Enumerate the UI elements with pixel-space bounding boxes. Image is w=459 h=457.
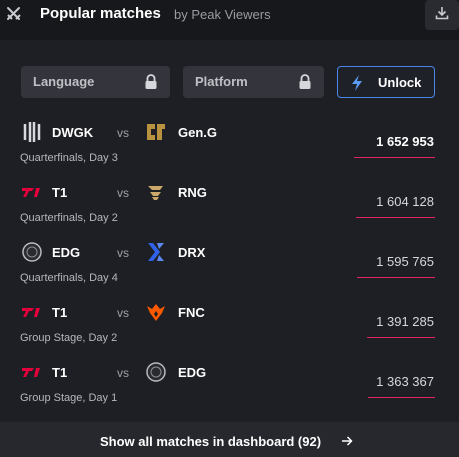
lock-icon <box>298 74 312 90</box>
show-all-matches-button[interactable]: Show all matches in dashboard (92) <box>0 422 459 457</box>
team2-name: DRX <box>178 245 206 260</box>
header: Popular matches by Peak Viewers <box>0 0 459 40</box>
team1-name: T1 <box>52 305 68 320</box>
peak-viewers: 1 604 128 <box>376 194 434 209</box>
edg-logo-icon <box>144 360 168 384</box>
match-row[interactable]: DWGK vs Gen.G Quarterfinals, Day 3 1 652… <box>0 118 459 178</box>
t1-logo-icon <box>20 300 44 324</box>
rng-logo-icon <box>144 180 168 204</box>
team1-name: DWGK <box>52 125 94 140</box>
platform-filter-label: Platform <box>195 74 248 89</box>
match-stage: Quarterfinals, Day 4 <box>20 272 118 284</box>
language-filter-label: Language <box>33 74 95 89</box>
match-row[interactable]: T1 vs EDG Group Stage, Day 1 1 363 367 <box>0 358 459 418</box>
show-all-matches-label: Show all matches in dashboard (92) <box>100 434 322 449</box>
viewers-bar <box>357 277 435 278</box>
peak-viewers: 1 363 367 <box>376 374 434 389</box>
edg-logo-icon <box>20 240 44 264</box>
t1-logo-icon <box>20 360 44 384</box>
match-stage: Group Stage, Day 1 <box>20 392 118 404</box>
lightning-icon <box>350 74 364 92</box>
page-title: Popular matches <box>40 5 161 22</box>
download-icon <box>435 6 449 25</box>
fnc-logo-icon <box>144 300 168 324</box>
crossed-swords-icon <box>4 4 24 24</box>
peak-viewers: 1 595 765 <box>376 254 434 269</box>
arrow-right-icon <box>340 434 354 448</box>
dwgk-logo-icon <box>20 120 44 144</box>
vs-label: vs <box>117 126 129 140</box>
vs-label: vs <box>117 186 129 200</box>
viewers-bar <box>356 217 435 218</box>
drx-logo-icon <box>144 240 168 264</box>
match-stage: Group Stage, Day 2 <box>20 332 118 344</box>
vs-label: vs <box>117 246 129 260</box>
match-row[interactable]: T1 vs FNC Group Stage, Day 2 1 391 285 <box>0 298 459 358</box>
vs-label: vs <box>117 306 129 320</box>
unlock-button-label: Unlock <box>378 75 422 90</box>
match-stage: Quarterfinals, Day 3 <box>20 152 118 164</box>
team2-name: FNC <box>178 305 205 320</box>
peak-viewers: 1 391 285 <box>376 314 434 329</box>
team1-name: EDG <box>52 245 81 260</box>
lock-icon <box>144 74 158 90</box>
platform-filter[interactable]: Platform <box>183 66 324 98</box>
peak-viewers: 1 652 953 <box>376 134 434 149</box>
match-row[interactable]: EDG vs DRX Quarterfinals, Day 4 1 595 76… <box>0 238 459 298</box>
viewers-bar <box>367 337 435 338</box>
viewers-bar <box>354 157 435 158</box>
team1-name: T1 <box>52 365 68 380</box>
vs-label: vs <box>117 366 129 380</box>
viewers-bar <box>368 397 435 398</box>
team1-name: T1 <box>52 185 68 200</box>
language-filter[interactable]: Language <box>21 66 170 98</box>
match-stage: Quarterfinals, Day 2 <box>20 212 118 224</box>
geng-logo-icon <box>144 120 168 144</box>
team2-name: Gen.G <box>178 125 218 140</box>
team2-name: RNG <box>178 185 207 200</box>
match-row[interactable]: T1 vs RNG Quarterfinals, Day 2 1 604 128 <box>0 178 459 238</box>
download-button[interactable] <box>425 0 459 30</box>
t1-logo-icon <box>20 180 44 204</box>
team2-name: EDG <box>178 365 207 380</box>
unlock-button[interactable]: Unlock <box>337 66 435 98</box>
page-subtitle: by Peak Viewers <box>174 7 271 22</box>
